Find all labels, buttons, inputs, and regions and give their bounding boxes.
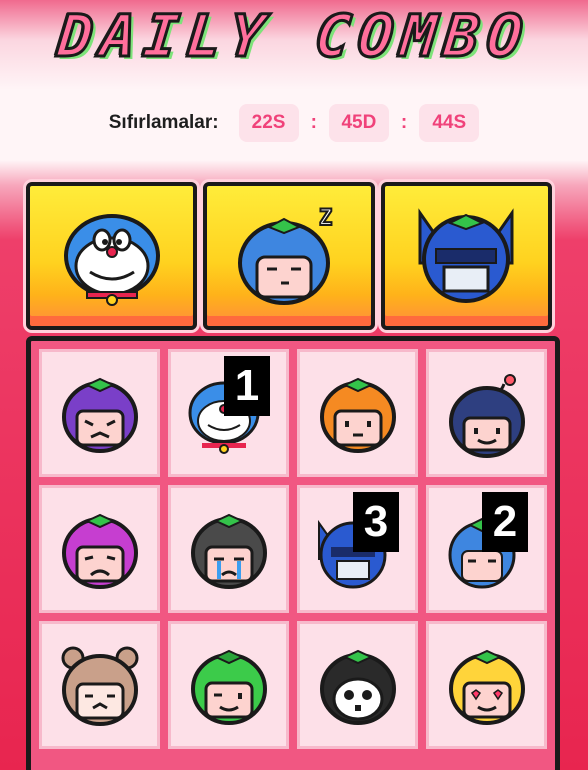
minutes-box: 45D — [328, 104, 389, 142]
yellow-heart-eyes-character-icon — [448, 649, 525, 725]
time-separator: : — [400, 112, 408, 133]
order-badge: 1 — [224, 356, 270, 416]
combo-slot-2[interactable]: Z — [203, 182, 375, 330]
grid-cell[interactable] — [39, 621, 160, 749]
grid-cell[interactable]: 3 — [297, 485, 418, 613]
grid-cell[interactable] — [39, 485, 160, 613]
grid-cell[interactable] — [168, 485, 289, 613]
grid-cell[interactable] — [426, 349, 547, 477]
svg-text:Z: Z — [319, 206, 332, 231]
combo-slot-3[interactable] — [380, 182, 552, 330]
bomb-character-icon — [448, 374, 525, 458]
character-grid: 1 3 2 — [26, 336, 560, 770]
cat-robot-character-icon — [63, 214, 160, 306]
grid-cell[interactable] — [168, 621, 289, 749]
green-character-icon — [190, 649, 267, 725]
page-title: DAILY COMBO — [53, 1, 535, 72]
bear-hood-character-icon — [61, 646, 138, 726]
grid-cell[interactable] — [39, 349, 160, 477]
sleeping-blue-character-icon: Z — [237, 205, 333, 305]
order-badge: 2 — [482, 492, 528, 552]
purple-angry-character-icon — [61, 377, 138, 453]
crying-gray-character-icon — [190, 513, 267, 589]
grid-cell[interactable]: 2 — [426, 485, 547, 613]
panda-character-icon — [319, 649, 396, 725]
combo-slot-1[interactable] — [26, 182, 198, 330]
title-banner: DAILY COMBO — [0, 0, 588, 72]
grid-cell[interactable] — [297, 349, 418, 477]
reset-label: Sıfırlamalar: — [108, 112, 219, 133]
time-separator: : — [310, 112, 317, 133]
hours-box: 22S — [238, 104, 299, 142]
grid-cell[interactable]: 1 — [168, 349, 289, 477]
robot-helmet-character-icon — [418, 208, 514, 303]
order-badge: 3 — [353, 492, 399, 552]
grid-cell[interactable] — [297, 621, 418, 749]
seconds-box: 44S — [419, 104, 480, 142]
reset-timer: Sıfırlamalar: 22S : 45D : 44S — [0, 101, 588, 145]
orange-character-icon — [319, 377, 396, 453]
magenta-sad-character-icon — [61, 513, 138, 589]
combo-slots: Z — [26, 182, 552, 330]
grid-cell[interactable] — [426, 621, 547, 749]
